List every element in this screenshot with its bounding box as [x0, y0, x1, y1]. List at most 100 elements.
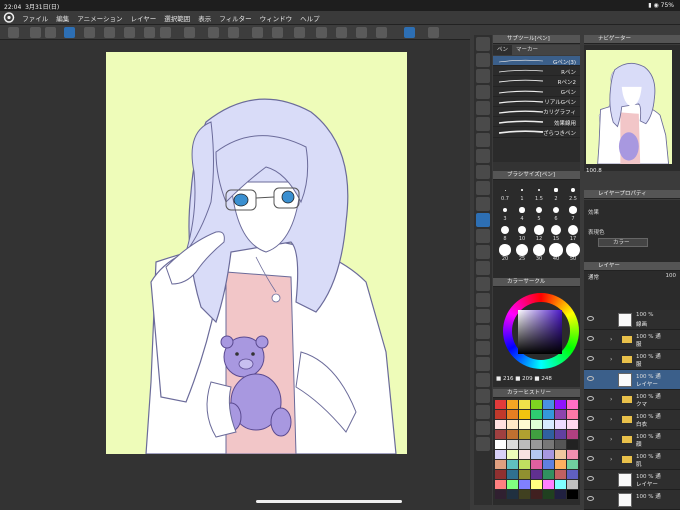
color-swatch[interactable]: [519, 400, 530, 409]
color-swatch[interactable]: [555, 470, 566, 479]
brush-size-preset[interactable]: 40: [548, 243, 564, 262]
color-swatch[interactable]: [555, 420, 566, 429]
tool-9-icon[interactable]: [476, 181, 490, 195]
color-swatch[interactable]: [507, 470, 518, 479]
subtool-item[interactable]: 効果線用: [493, 117, 580, 128]
color-swatch[interactable]: [519, 480, 530, 489]
color-swatch[interactable]: [531, 460, 542, 469]
tool-1-icon[interactable]: [476, 53, 490, 67]
color-swatch[interactable]: [531, 450, 542, 459]
toolbar-button-12-icon[interactable]: [252, 27, 263, 38]
color-swatch[interactable]: [519, 460, 530, 469]
color-swatch[interactable]: [543, 490, 554, 499]
brush-size-preset[interactable]: 20: [497, 244, 513, 262]
tool-20-icon[interactable]: [476, 357, 490, 371]
tool-10-icon[interactable]: [476, 197, 490, 211]
toolbar-button-6-icon[interactable]: [124, 27, 135, 38]
eye-icon[interactable]: [587, 396, 594, 401]
color-swatch[interactable]: [507, 430, 518, 439]
color-swatch[interactable]: [495, 440, 506, 449]
color-swatch[interactable]: [555, 410, 566, 419]
color-swatch[interactable]: [507, 480, 518, 489]
chevron-right-icon[interactable]: ›: [610, 456, 612, 463]
color-swatch[interactable]: [495, 490, 506, 499]
eye-icon[interactable]: [587, 476, 594, 481]
layer-opacity[interactable]: 100: [666, 273, 677, 279]
layer-row[interactable]: › 100 % 通白衣: [584, 410, 680, 430]
eye-icon[interactable]: [587, 336, 594, 341]
layer-row[interactable]: 100 % 線画: [584, 310, 680, 330]
color-swatch[interactable]: [507, 490, 518, 499]
color-swatch[interactable]: [543, 470, 554, 479]
tab-marker[interactable]: マーカー: [512, 45, 542, 55]
color-swatch[interactable]: [543, 410, 554, 419]
menu-item-3[interactable]: レイヤー: [126, 11, 160, 25]
tab-pen[interactable]: ペン: [493, 45, 513, 55]
color-swatch[interactable]: [495, 480, 506, 489]
color-swatch[interactable]: [555, 440, 566, 449]
color-swatch[interactable]: [507, 420, 518, 429]
layer-row[interactable]: › 100 % 通クマ: [584, 390, 680, 410]
color-swatch[interactable]: [507, 400, 518, 409]
color-swatch[interactable]: [567, 490, 578, 499]
brush-size-preset[interactable]: 50: [565, 243, 581, 262]
color-swatch[interactable]: [531, 490, 542, 499]
color-swatch[interactable]: [507, 460, 518, 469]
tool-7-icon[interactable]: [476, 149, 490, 163]
tool-14-icon[interactable]: [476, 261, 490, 275]
brush-size-preset[interactable]: 3: [497, 204, 513, 222]
app-logo-icon[interactable]: [2, 12, 16, 23]
color-swatch[interactable]: [567, 430, 578, 439]
layer-row[interactable]: › 100 % 通服: [584, 350, 680, 370]
color-swatch[interactable]: [543, 400, 554, 409]
toolbar-button-16-icon[interactable]: [336, 27, 347, 38]
toolbar-button-2-icon[interactable]: [45, 27, 56, 38]
brush-size-preset[interactable]: 17: [565, 224, 581, 242]
menu-item-5[interactable]: 表示: [194, 11, 215, 25]
tool-25-icon[interactable]: [476, 437, 490, 451]
tool-21-icon[interactable]: [476, 373, 490, 387]
layer-row[interactable]: › 100 % 通肌: [584, 450, 680, 470]
color-swatch[interactable]: [531, 470, 542, 479]
color-swatch[interactable]: [555, 460, 566, 469]
color-swatch[interactable]: [507, 440, 518, 449]
color-swatch[interactable]: [531, 440, 542, 449]
color-swatch[interactable]: [543, 440, 554, 449]
color-swatch[interactable]: [507, 410, 518, 419]
subtool-item[interactable]: Rペン2: [493, 76, 580, 87]
chevron-right-icon[interactable]: ›: [610, 356, 612, 363]
brush-size-preset[interactable]: 25: [514, 243, 530, 262]
color-swatch[interactable]: [567, 410, 578, 419]
toolbar-button-9-icon[interactable]: [184, 27, 195, 38]
blend-mode[interactable]: 通常: [588, 273, 599, 281]
toolbar-button-14-icon[interactable]: [294, 27, 305, 38]
color-swatch[interactable]: [555, 430, 566, 439]
color-swatch[interactable]: [495, 450, 506, 459]
color-swatch[interactable]: [507, 450, 518, 459]
tool-23-icon[interactable]: [476, 405, 490, 419]
color-swatch[interactable]: [531, 400, 542, 409]
eye-icon[interactable]: [587, 416, 594, 421]
brush-size-preset[interactable]: 5: [531, 204, 547, 222]
toolbar-button-19-icon[interactable]: [404, 27, 415, 38]
toolbar-button-11-icon[interactable]: [228, 27, 239, 38]
color-swatch[interactable]: [555, 490, 566, 499]
tool-24-icon[interactable]: [476, 421, 490, 435]
toolbar-button-4-icon[interactable]: [84, 27, 95, 38]
tool-2-icon[interactable]: [476, 69, 490, 83]
color-swatch[interactable]: [519, 470, 530, 479]
color-swatch[interactable]: [519, 440, 530, 449]
color-swatch[interactable]: [567, 480, 578, 489]
drawing-canvas[interactable]: [106, 52, 407, 454]
menu-item-4[interactable]: 選択範囲: [160, 11, 194, 25]
subtool-item[interactable]: Rペン: [493, 66, 580, 77]
color-swatch[interactable]: [543, 420, 554, 429]
brush-size-preset[interactable]: 6: [548, 204, 564, 222]
tool-11-icon[interactable]: [476, 213, 490, 227]
navigator-zoom[interactable]: 100.8: [586, 168, 602, 174]
menu-item-7[interactable]: ウィンドウ: [256, 11, 297, 25]
color-swatch[interactable]: [519, 410, 530, 419]
toolbar-button-1-icon[interactable]: [30, 27, 41, 38]
color-swatch[interactable]: [567, 440, 578, 449]
brush-size-preset[interactable]: 1.5: [531, 184, 547, 202]
